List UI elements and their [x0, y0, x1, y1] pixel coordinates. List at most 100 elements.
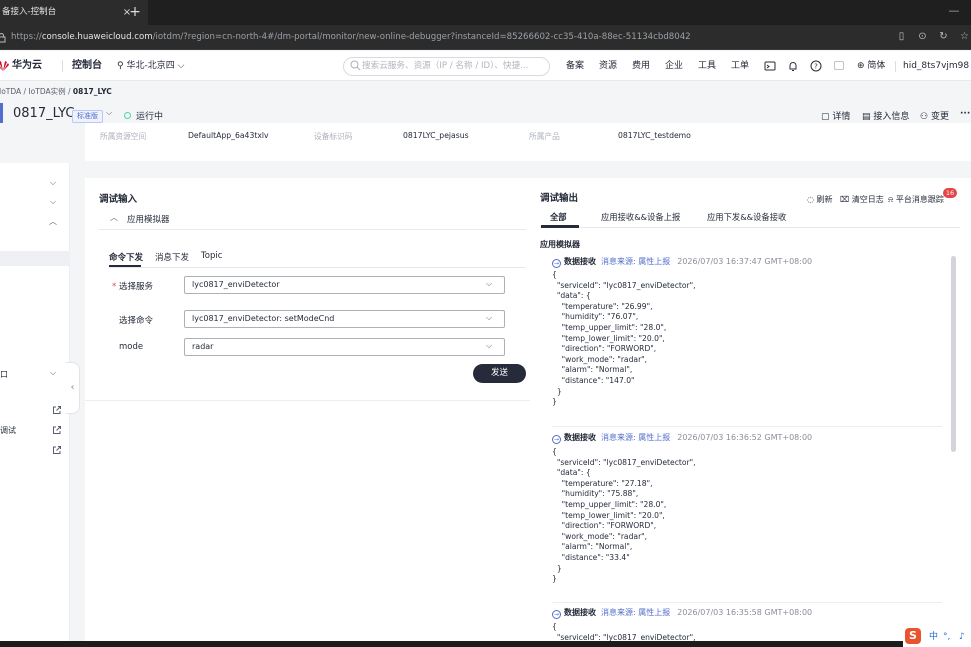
nav-link-billing[interactable]: 费用	[632, 51, 650, 81]
ime-punct-icon[interactable]: °,	[943, 627, 950, 647]
cloud-shell-icon[interactable]	[764, 60, 776, 72]
language-label: 简体	[867, 61, 886, 71]
header-divider-2	[895, 61, 896, 72]
breadcrumb: IoTDA / IoTDA实例 / 0817_LYC	[0, 86, 112, 97]
device-id-value: 0817LYC_pejasus	[403, 131, 469, 140]
log-type: 数据接收	[564, 608, 596, 617]
help-icon[interactable]: ?	[810, 60, 822, 72]
log-source-link[interactable]: 消息来源: 属性上报	[601, 257, 670, 266]
browser-tab-bar: 备接入-控制台 × + —	[0, 0, 971, 25]
change-button[interactable]: ⚇ 变更	[920, 109, 949, 122]
microphone-icon[interactable]: ♪	[959, 627, 965, 647]
nav-link-enterprise[interactable]: 企业	[665, 51, 683, 81]
tab-topic[interactable]: Topic	[201, 251, 222, 261]
output-subtitle: 应用模拟器	[540, 240, 580, 249]
tab-command-send[interactable]: 命令下发	[109, 251, 143, 263]
log-entry-body: { "serviceId": "lyc0817_enviDetector", "…	[552, 447, 696, 584]
search-icon	[350, 60, 361, 71]
tab-app-send-device-receive[interactable]: 应用下发&&设备接收	[707, 211, 786, 223]
nav-link-beian[interactable]: 备案	[566, 51, 584, 81]
console-header: 华为云 控制台 ⚲ 华北-北京四 ⌵ 搜索云服务、资源（IP / 名称 / ID…	[0, 51, 971, 81]
sidebar-group-chevron-down-icon[interactable]: ⌵	[48, 178, 58, 188]
debug-input-title: 调试输入	[99, 194, 138, 205]
log-entry-body: { "serviceId": "lyc0817_enviDetector", "…	[552, 270, 696, 407]
mode-select[interactable]: radar	[184, 338, 505, 356]
language-selector[interactable]: ⊕ 简体	[857, 51, 885, 81]
log-scrollbar[interactable]	[951, 256, 956, 452]
details-button[interactable]: ▢ 详情	[821, 109, 850, 122]
log-entry-header: → 数据接收 消息来源: 属性上报 2026/07/03 16:37:47 GMT+0…	[552, 256, 812, 268]
send-button[interactable]: 发送	[473, 364, 526, 383]
product-value: 0817LYC_testdemo	[618, 131, 691, 140]
huawei-logo-icon[interactable]	[0, 60, 10, 72]
sogou-ime-logo-icon[interactable]: S	[905, 628, 921, 644]
command-select[interactable]: lyc0817_enviDetector: setModeCnd	[184, 310, 505, 328]
global-search-input[interactable]: 搜索云服务、资源（IP / 名称 / ID）、快捷...	[343, 57, 550, 76]
instance-switch-chevron-icon[interactable]: ⌵	[106, 108, 115, 117]
feedback-icon[interactable]	[833, 60, 845, 72]
status-text: 运行中	[136, 112, 164, 122]
url-path: /iotdm/?region=cn-north-4#/dm-portal/mon…	[152, 32, 691, 42]
extensions-icon[interactable]: ⊙	[916, 30, 929, 44]
breadcrumb-current: 0817_LYC	[72, 87, 112, 96]
url-field[interactable]: https://console.huaweicloud.com/iotdm/?r…	[11, 25, 691, 50]
log-timestamp: 2026/07/03 16:37:47 GMT+08:00	[677, 257, 813, 266]
refresh-log-button[interactable]: ◌ 刷新	[807, 194, 833, 205]
reader-mode-icon[interactable]: ▯	[895, 30, 908, 44]
service-field-label: * 选择服务	[112, 280, 153, 292]
new-tab-button[interactable]: +	[128, 0, 142, 25]
simulator-collapse-chevron-icon[interactable]: ︿	[110, 212, 118, 223]
change-icon: ⚇	[920, 112, 931, 122]
tab-all[interactable]: 全部	[550, 211, 567, 223]
tab-app-receive-device-report[interactable]: 应用接收&&设备上报	[601, 211, 680, 223]
ime-language[interactable]: 中	[929, 627, 938, 647]
sidebar-group-chevron-down-icon[interactable]: ⌵	[48, 368, 58, 378]
external-link-icon[interactable]	[52, 425, 62, 435]
sidebar-group-chevron-up-icon[interactable]: ︿	[48, 216, 58, 226]
nav-link-tickets[interactable]: 工单	[731, 51, 749, 81]
chevron-down-icon: ⌵	[174, 61, 185, 71]
more-actions-icon[interactable]: ···	[960, 109, 970, 119]
log-separator	[552, 426, 942, 427]
minimize-window-icon[interactable]: —	[944, 0, 964, 25]
user-account-menu[interactable]: hid_8ts7vjm98	[903, 51, 969, 81]
favorites-icon[interactable]: ☆	[958, 30, 971, 44]
access-info-label: 接入信息	[873, 112, 910, 122]
trash-icon: ⌧	[840, 195, 852, 204]
log-source-link[interactable]: 消息来源: 属性上报	[601, 608, 670, 617]
command-field-label: 选择命令	[119, 316, 154, 326]
sidebar-item-label[interactable]: 调试	[0, 425, 16, 436]
receive-arrow-icon: →	[552, 259, 561, 268]
logo-text[interactable]: 华为云	[12, 51, 42, 81]
console-link[interactable]: 控制台	[72, 51, 102, 81]
breadcrumb-item-instance[interactable]: IoTDA实例	[28, 87, 65, 96]
title-accent-bar	[0, 103, 3, 123]
sidebar-item-active[interactable]	[0, 251, 70, 266]
clear-log-button[interactable]: ⌧ 清空日志	[840, 194, 884, 205]
header-divider	[62, 60, 63, 72]
region-selector[interactable]: ⚲ 华北-北京四 ⌵	[117, 51, 184, 81]
tab-message-send[interactable]: 消息下发	[155, 251, 189, 263]
log-list[interactable]: → 数据接收 消息来源: 属性上报 2026/07/03 16:37:47 GMT+0…	[540, 250, 958, 647]
simulator-section-title[interactable]: 应用模拟器	[127, 213, 170, 225]
log-entry-header: → 数据接收 消息来源: 属性上报 2026/07/03 16:36:52 GMT+0…	[552, 432, 812, 444]
log-entry-body: { "serviceId": "lyc0817_enviDetector",	[552, 622, 696, 642]
external-link-icon[interactable]	[52, 405, 62, 415]
bell-icon[interactable]	[787, 60, 799, 72]
chevron-down-icon: ⌵	[486, 279, 493, 288]
refresh-label: 刷新	[816, 195, 833, 204]
service-select[interactable]: lyc0817_enviDetector	[184, 276, 505, 294]
log-source-link[interactable]: 消息来源: 属性上报	[601, 433, 670, 442]
nav-link-resources[interactable]: 资源	[599, 51, 617, 81]
device-id-label: 设备标识码	[314, 132, 353, 141]
breadcrumb-item-iotda[interactable]: IoTDA	[0, 87, 21, 96]
sidebar-item-label[interactable]: 口	[0, 369, 8, 380]
sidebar-collapse-chevron-icon[interactable]: ‹	[66, 362, 80, 414]
sidebar-group-chevron-down-icon[interactable]: ⌵	[48, 197, 58, 207]
nav-link-tools[interactable]: 工具	[698, 51, 716, 81]
access-info-button[interactable]: ▤ 接入信息	[862, 109, 909, 122]
refresh-icon[interactable]: ↻	[937, 30, 950, 44]
log-timestamp: 2026/07/03 16:35:58 GMT+08:00	[677, 608, 813, 617]
platform-trace-button[interactable]: ⍾ 平台消息跟踪	[888, 194, 944, 205]
external-link-icon[interactable]	[52, 445, 62, 455]
